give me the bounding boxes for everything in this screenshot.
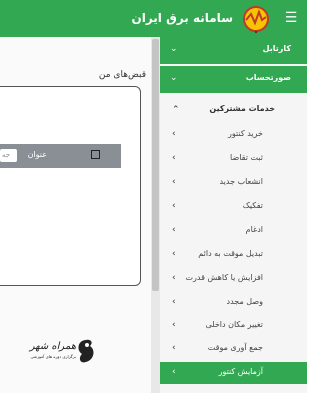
- sidebar-section-billing[interactable]: ⌄ صورتحساب: [160, 66, 307, 93]
- sidebar-item-meter-test[interactable]: ‹ آزمایش کنتور: [160, 362, 307, 384]
- sidebar-item-register-request[interactable]: ‹ ثبت تقاضا: [160, 148, 307, 170]
- select-all-checkbox[interactable]: [91, 150, 100, 159]
- watermark-title: همراه شهر: [28, 341, 76, 352]
- item-label: وصل مجدد: [226, 297, 263, 306]
- sidebar-item-temp-collection[interactable]: ‹ جمع آوری موقت: [160, 338, 307, 360]
- bills-card: [0, 86, 141, 286]
- card-title: قبض‌های من: [98, 70, 146, 80]
- power-logo-icon: [243, 6, 269, 33]
- item-label: تغییر مکان داخلی: [205, 320, 263, 329]
- item-label: تفکیک: [242, 201, 263, 210]
- chevron-left-icon: ‹: [172, 201, 176, 211]
- chevron-down-icon: ⌄: [170, 73, 178, 83]
- chevron-left-icon: ‹: [172, 153, 176, 163]
- column-filter-input[interactable]: جه: [0, 149, 17, 162]
- scrollbar-thumb[interactable]: [152, 39, 159, 291]
- sidebar-item-buy-meter[interactable]: ‹ خرید کنتور: [160, 124, 307, 146]
- sidebar-section-kartable[interactable]: ⌄ کارتابل: [160, 37, 307, 64]
- chevron-left-icon: ‹: [172, 367, 176, 377]
- watermark-subtitle: برگزاری دوره های آموزشی: [30, 354, 76, 359]
- item-label: جمع آوری موقت: [207, 343, 263, 352]
- item-label: خرید کنتور: [228, 129, 263, 138]
- chevron-left-icon: ‹: [172, 129, 176, 139]
- sidebar-item-power-change[interactable]: ‹ افزایش یا کاهش قدرت: [160, 268, 307, 290]
- sidebar-item-merge[interactable]: ‹ ادغام: [160, 220, 307, 242]
- section-label: کارتابل: [262, 44, 291, 53]
- sidebar-item-reconnect[interactable]: ‹ وصل مجدد: [160, 292, 307, 314]
- chevron-left-icon: ‹: [172, 343, 176, 353]
- sidebar-item-temp-to-permanent[interactable]: ‹ تبدیل موقت به دائم: [160, 244, 307, 266]
- item-label: تبدیل موقت به دائم: [198, 249, 263, 258]
- item-label: آزمایش کنتور: [218, 367, 263, 376]
- chevron-left-icon: ‹: [172, 225, 176, 235]
- section-label: صورتحساب: [245, 73, 291, 82]
- chevron-left-icon: ‹: [172, 273, 176, 283]
- sidebar-item-separation[interactable]: ‹ تفکیک: [160, 196, 307, 218]
- chevron-left-icon: ‹: [172, 297, 176, 307]
- item-label: انشعاب جدید: [219, 177, 263, 186]
- sidebar-subsection-customer-services[interactable]: ⌃ خدمات مشترکین: [160, 100, 307, 120]
- chevron-down-icon: ⌄: [170, 44, 178, 54]
- app-title: سامانه برق ایران: [131, 11, 233, 25]
- watermark-logo: همراه شهر برگزاری دوره های آموزشی: [28, 339, 94, 363]
- sidebar-item-new-branch[interactable]: ‹ انشعاب جدید: [160, 172, 307, 194]
- column-header-title: عنوان: [27, 150, 47, 159]
- chevron-left-icon: ‹: [172, 320, 176, 330]
- item-label: ثبت تقاضا: [230, 153, 263, 162]
- sidebar-item-relocation[interactable]: ‹ تغییر مکان داخلی: [160, 315, 307, 337]
- item-label: افزایش یا کاهش قدرت: [185, 273, 263, 282]
- subsection-label: خدمات مشترکین: [209, 104, 275, 113]
- item-label: ادغام: [245, 225, 263, 234]
- chevron-up-icon: ⌃: [172, 105, 180, 115]
- chevron-left-icon: ‹: [172, 177, 176, 187]
- hamburger-icon[interactable]: ☰: [282, 9, 300, 27]
- chevron-left-icon: ‹: [172, 249, 176, 259]
